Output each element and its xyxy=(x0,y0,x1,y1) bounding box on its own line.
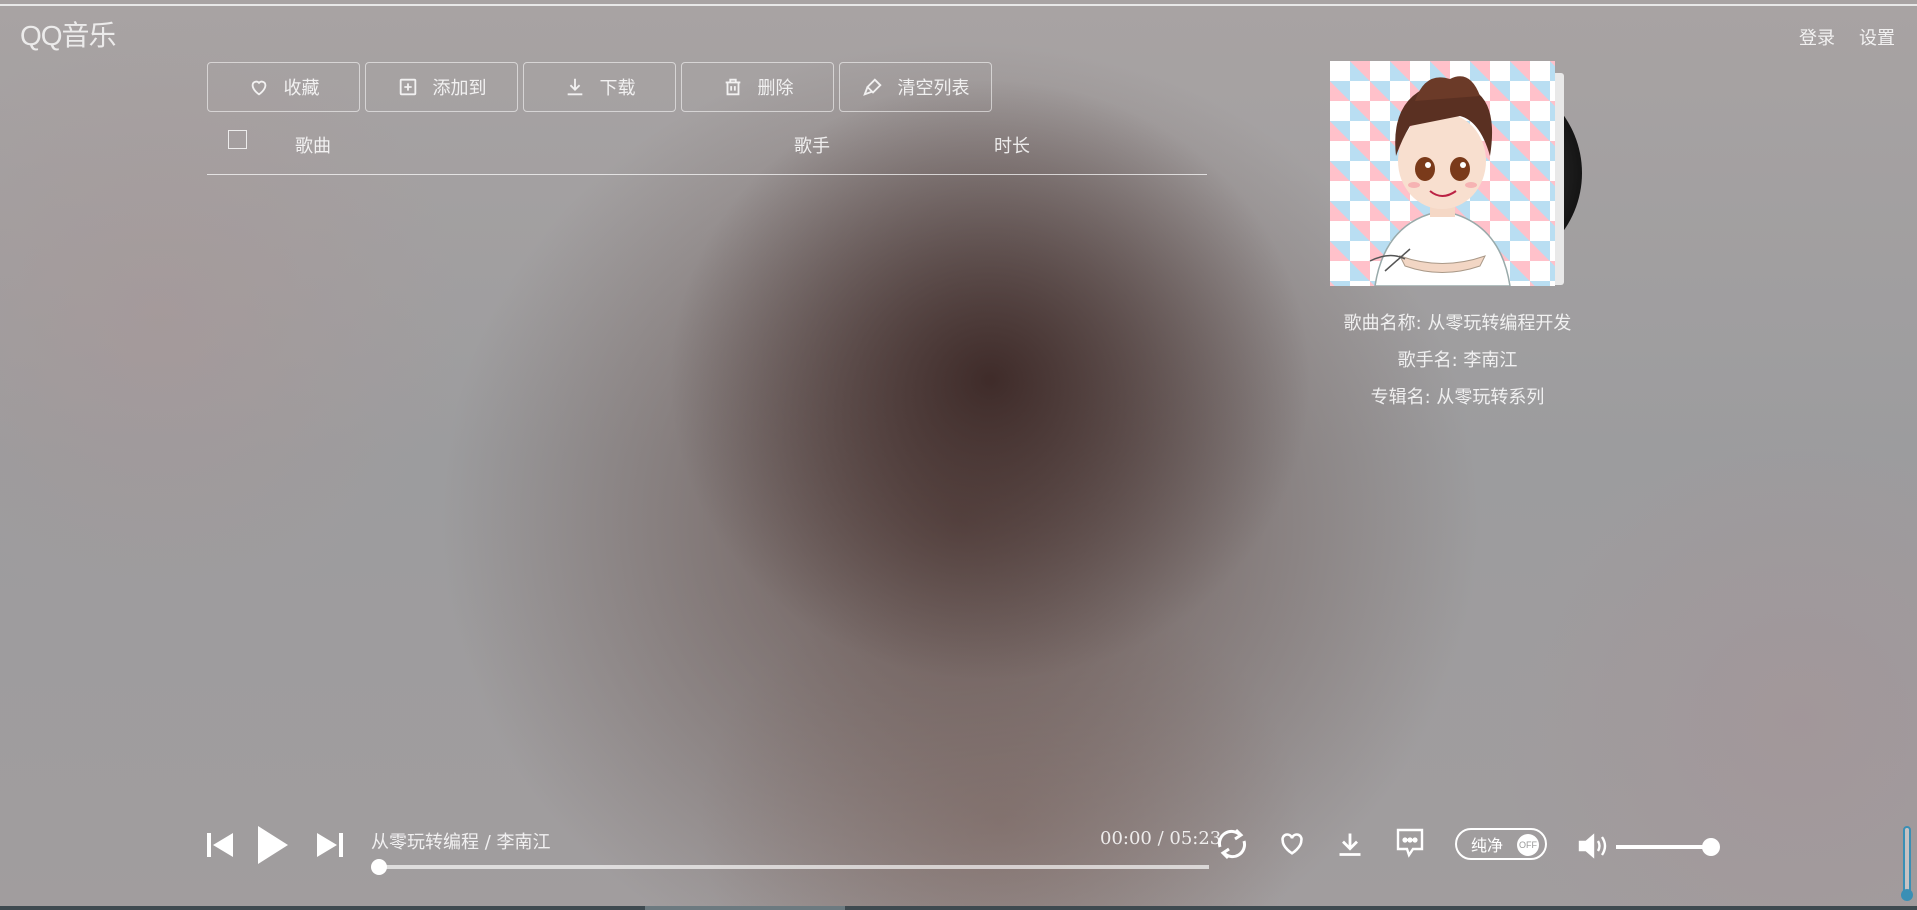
comment-icon xyxy=(1396,828,1424,858)
like-button[interactable] xyxy=(1277,830,1307,858)
clear-list-button[interactable]: 清空列表 xyxy=(839,62,992,112)
clear-list-label: 清空列表 xyxy=(897,78,970,99)
bottom-border-highlight xyxy=(645,906,845,910)
trash-icon xyxy=(725,78,740,96)
volume-knob[interactable] xyxy=(1702,838,1720,856)
column-song: 歌曲 xyxy=(295,136,331,157)
volume-button[interactable] xyxy=(1577,832,1609,860)
scrollbar[interactable] xyxy=(1901,826,1913,901)
select-all-checkbox[interactable] xyxy=(228,130,247,149)
plus-square-icon xyxy=(399,78,416,96)
heart-icon xyxy=(1281,833,1303,855)
login-link[interactable]: 登录 xyxy=(1799,24,1835,50)
pure-mode-state: OFF xyxy=(1517,834,1539,856)
play-button[interactable] xyxy=(258,826,288,864)
song-artist: 歌手名: 李南江 xyxy=(1397,350,1518,371)
favorite-button[interactable]: 收藏 xyxy=(207,62,360,112)
broom-icon xyxy=(862,78,882,96)
comment-button[interactable] xyxy=(1395,827,1425,859)
progress-bar[interactable] xyxy=(371,859,1209,875)
song-name: 歌曲名称: 从零玩转编程开发 xyxy=(1343,313,1572,334)
download-label: 下载 xyxy=(599,78,636,99)
song-album: 专辑名: 从零玩转系列 xyxy=(1370,387,1545,408)
app-logo: QQ音乐 xyxy=(20,20,117,51)
delete-button[interactable]: 删除 xyxy=(681,62,834,112)
add-to-button[interactable]: 添加到 xyxy=(365,62,518,112)
bottom-border xyxy=(0,906,1917,910)
top-nav: 登录 设置 xyxy=(1799,24,1895,50)
top-border xyxy=(0,4,1917,6)
download-icon xyxy=(567,78,582,96)
add-to-label: 添加到 xyxy=(432,78,487,99)
settings-link[interactable]: 设置 xyxy=(1859,24,1895,50)
play-icon xyxy=(258,826,288,864)
album-cover xyxy=(1330,61,1555,286)
album-art-panel xyxy=(1330,61,1590,291)
volume-slider[interactable] xyxy=(1616,838,1720,856)
delete-label: 删除 xyxy=(757,78,794,99)
repeat-icon xyxy=(1217,828,1247,860)
list-toolbar: 收藏 添加到 下载 删除 清空列表 xyxy=(207,62,992,112)
download-button[interactable]: 下载 xyxy=(523,62,676,112)
pure-mode-toggle[interactable]: 纯净 OFF xyxy=(1455,828,1547,860)
song-info: 歌曲名称: 从零玩转编程开发 歌手名: 李南江 专辑名: 从零玩转系列 xyxy=(1280,305,1635,416)
column-duration: 时长 xyxy=(994,136,1030,157)
pure-mode-label: 纯净 xyxy=(1471,836,1504,855)
previous-button[interactable] xyxy=(207,832,233,858)
next-button[interactable] xyxy=(317,832,343,858)
column-artist: 歌手 xyxy=(794,136,830,157)
now-playing-title: 从零玩转编程 / 李南江 xyxy=(371,832,551,853)
download-icon xyxy=(1339,833,1361,856)
progress-knob[interactable] xyxy=(371,859,387,875)
volume-icon xyxy=(1578,833,1607,859)
favorite-label: 收藏 xyxy=(283,78,320,99)
player-download-button[interactable] xyxy=(1336,829,1364,859)
song-list-header: 歌曲 歌手 时长 xyxy=(207,120,1207,175)
player-bar: 从零玩转编程 / 李南江 00:00 / 05:23 纯净 OFF xyxy=(0,820,1917,905)
skip-previous-icon xyxy=(207,833,233,857)
playback-time: 00:00 / 05:23 xyxy=(1100,828,1222,849)
skip-next-icon xyxy=(317,833,343,857)
cartoon-avatar-image xyxy=(1369,76,1511,286)
heart-icon xyxy=(251,80,266,96)
loop-mode-button[interactable] xyxy=(1214,827,1250,861)
